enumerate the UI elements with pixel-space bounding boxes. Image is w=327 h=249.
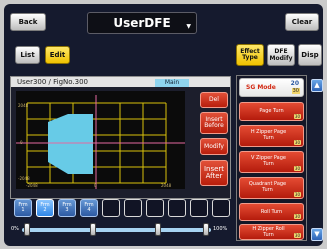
plot-canvas [16,95,185,189]
list-item-label: H Zipper Roll Turn [252,226,285,238]
frame-slot-empty[interactable] [102,199,120,217]
chevron-down-icon: ▼ [186,23,191,30]
del-button[interactable]: Del [200,92,228,108]
effect-type-button[interactable]: Effect Type [236,44,264,66]
frame-slot-empty[interactable] [190,199,208,217]
axis-label-x-right: 2048 [161,183,172,188]
frame-slot-3[interactable]: Frm 3 [58,199,76,217]
slider-handle[interactable] [24,223,30,236]
list-item-number: 30 [293,140,301,145]
frame-slot-4[interactable]: Frm 4 [80,199,98,217]
dfe-modify-button[interactable]: DFE Modify [267,44,295,66]
axis-label-x-center: 0 [94,183,97,188]
list-item-h-zipper-page-turn[interactable]: H Zipper Page Turn 30 [239,125,304,147]
disp-button[interactable]: Disp [298,44,322,66]
back-button[interactable]: Back [10,13,46,31]
dfe-shape [48,114,93,174]
list-item-quadrant-page-turn[interactable]: Quadrant Page Turn 30 [239,177,304,199]
slider-min-label: 0% [11,226,19,232]
axis-label-bottom: -2048 [18,176,30,181]
userdfe-panel: Back UserDFE ▼ Clear List Edit Effect Ty… [4,4,323,246]
sg-mode-value-top: 20 [290,80,299,87]
sg-mode-item[interactable]: SG Mode 20 30 [239,78,304,97]
sg-mode-value-bottom: 30 [291,88,300,94]
page-title: UserDFE [113,16,171,30]
shape-plot[interactable]: 2048 0 -2048 -2048 0 2048 [16,91,185,189]
list-item-roll-turn[interactable]: Roll Turn 30 [239,203,304,221]
main-tag: Main [155,79,189,87]
frame-slot-empty[interactable] [168,199,186,217]
list-item-label: Roll Turn [260,209,283,215]
list-item-label: H Zipper Page Turn [250,129,287,141]
frame-number: 1 [21,207,25,213]
insert-before-button[interactable]: Insert Before [200,112,228,134]
slider-max-label: 100% [213,226,228,232]
frame-number: 2 [43,207,47,213]
list-item-label: Quadrant Page Turn [248,181,287,193]
frame-slot-empty[interactable] [146,199,164,217]
editor-panel: User300 / FigNo.300 2048 0 -2048 -2048 0… [10,76,231,199]
axis-label-x-left: -2048 [26,183,38,188]
position-slider-track[interactable] [22,228,211,232]
arrow-up-icon[interactable]: ▲ [311,79,323,92]
list-item-label: Page Turn [259,108,284,114]
frame-number: 3 [65,207,69,213]
slider-handle[interactable] [155,223,161,236]
frame-slot-1[interactable]: Frm 1 [14,199,32,217]
tab-edit[interactable]: Edit [45,46,70,64]
slider-handle[interactable] [90,223,96,236]
tab-list[interactable]: List [15,46,40,64]
list-item-number: 30 [293,233,301,238]
frame-number: 4 [87,207,91,213]
list-item-number: 30 [293,114,301,119]
sg-mode-label: SG Mode [246,84,276,91]
title-selector[interactable]: UserDFE ▼ [87,12,197,34]
list-item-number: 30 [293,214,301,219]
list-item-label: V Zipper Page Turn [251,155,286,167]
list-item-number: 30 [293,192,301,197]
modify-button[interactable]: Modify [200,138,228,155]
clear-button[interactable]: Clear [285,13,319,31]
frame-slot-empty[interactable] [124,199,142,217]
frame-slot-empty[interactable] [212,199,230,217]
axis-label-mid: 0 [20,140,23,145]
frame-slot-2[interactable]: Frm 2 [36,199,54,217]
editor-title: User300 / FigNo.300 [11,77,230,87]
list-item-number: 30 [293,166,301,171]
list-item-page-turn[interactable]: Page Turn 30 [239,102,304,121]
arrow-down-icon[interactable]: ▼ [311,228,323,241]
insert-after-button[interactable]: Insert After [200,160,228,186]
axis-label-top: 2048 [18,103,29,108]
list-item-v-zipper-page-turn[interactable]: V Zipper Page Turn 30 [239,151,304,173]
slider-handle[interactable] [203,223,209,236]
list-item-h-zipper-roll-turn[interactable]: H Zipper Roll Turn 30 [239,224,304,240]
